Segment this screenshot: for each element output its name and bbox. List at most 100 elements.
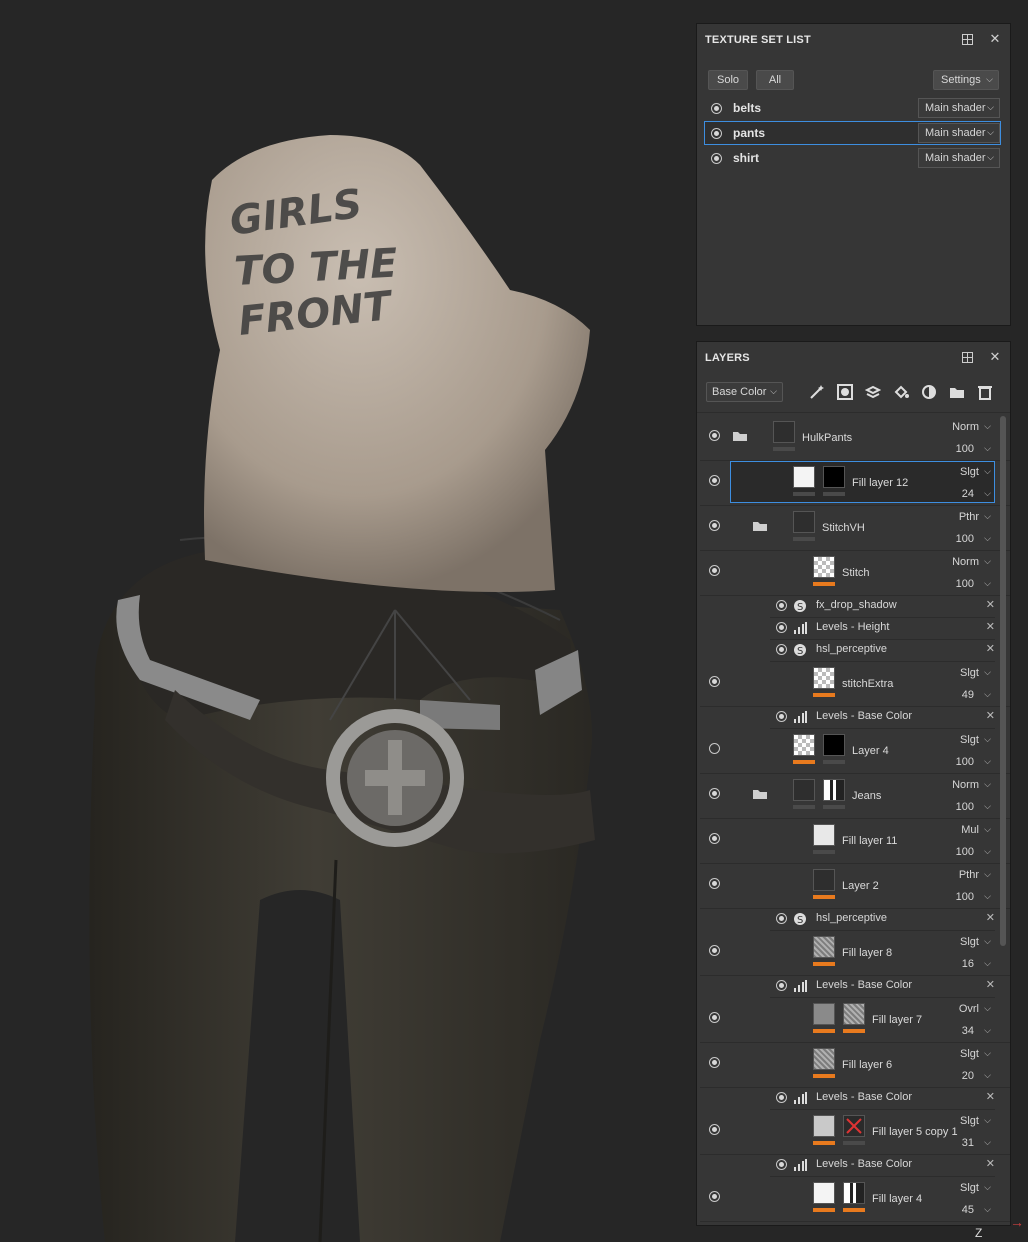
blend-mode-dropdown[interactable]: Slgt <box>960 734 979 746</box>
layer-row[interactable]: Layer 4 Slgt ⌵ 100 ⌵ <box>700 729 1010 774</box>
layer-thumbnail[interactable] <box>813 1003 835 1025</box>
layer-row[interactable]: Fill layer 12 Slgt ⌵ 24 ⌵ <box>700 461 1010 506</box>
opacity-value[interactable]: 100 <box>956 443 974 455</box>
layer-row[interactable]: Jeans Norm ⌵ 100 ⌵ <box>700 774 1010 819</box>
effect-row[interactable]: Sfx_drop_shadow ✕ <box>700 596 995 618</box>
add-fill-layer-icon[interactable] <box>893 384 909 403</box>
radio-icon[interactable] <box>711 102 722 114</box>
visibility-toggle-icon[interactable] <box>776 644 787 655</box>
blend-mode-dropdown[interactable]: Mul <box>961 824 979 836</box>
mask-thumbnail[interactable] <box>823 779 845 801</box>
close-icon[interactable]: ✕ <box>986 1090 995 1103</box>
shader-dropdown[interactable]: Main shader ⌵ <box>918 98 1000 118</box>
add-mask-icon[interactable] <box>837 384 853 403</box>
folder-icon[interactable] <box>752 520 768 535</box>
layer-row[interactable]: Fill layer 7 Ovrl ⌵ 34 ⌵ <box>700 998 1010 1043</box>
texture-set-row[interactable]: shirt Main shader ⌵ <box>705 147 1000 169</box>
opacity-value[interactable]: 100 <box>956 756 974 768</box>
dock-icon[interactable] <box>960 32 974 46</box>
visibility-toggle-icon[interactable] <box>776 1092 787 1103</box>
layer-thumbnail[interactable] <box>793 466 815 488</box>
visibility-toggle-icon[interactable] <box>776 980 787 991</box>
effect-row[interactable]: Levels - Base Color ✕ <box>700 1155 995 1177</box>
layer-thumbnail[interactable] <box>813 936 835 958</box>
mask-thumbnail[interactable] <box>823 734 845 756</box>
layer-row[interactable]: Fill layer 11 Mul ⌵ 100 ⌵ <box>700 819 1010 864</box>
opacity-value[interactable]: 100 <box>956 891 974 903</box>
blend-mode-dropdown[interactable]: Norm <box>952 421 979 433</box>
dock-icon[interactable] <box>960 350 974 364</box>
visibility-toggle-icon[interactable] <box>776 622 787 633</box>
visibility-toggle-icon[interactable] <box>776 1159 787 1170</box>
layer-row[interactable]: HulkPants Norm ⌵ 100 ⌵ <box>700 416 1010 461</box>
blend-mode-dropdown[interactable]: Norm <box>952 779 979 791</box>
layer-row[interactable]: StitchVH Pthr ⌵ 100 ⌵ <box>700 506 1010 551</box>
blend-mode-dropdown[interactable]: Ovrl <box>959 1003 979 1015</box>
close-icon[interactable]: ✕ <box>986 1157 995 1170</box>
layer-thumbnail[interactable] <box>793 779 815 801</box>
layer-row[interactable]: Stitch Norm ⌵ 100 ⌵ <box>700 551 1010 596</box>
effect-row[interactable]: Levels - Height ✕ <box>700 618 995 640</box>
effect-row[interactable]: Levels - Base Color ✕ <box>700 976 995 998</box>
visibility-toggle-icon[interactable] <box>776 600 787 611</box>
character-model[interactable]: GIRLS TO THE FRONT <box>0 0 700 1242</box>
opacity-value[interactable]: 100 <box>956 578 974 590</box>
layer-thumbnail[interactable] <box>813 824 835 846</box>
close-icon[interactable]: ✕ <box>986 911 995 924</box>
visibility-toggle-icon[interactable] <box>709 1057 720 1068</box>
channel-dropdown[interactable]: Base Color ⌵ <box>706 382 783 402</box>
magic-wand-icon[interactable] <box>809 384 825 403</box>
settings-dropdown[interactable]: Settings ⌵ <box>933 70 999 90</box>
visibility-toggle-icon[interactable] <box>776 913 787 924</box>
blend-mode-dropdown[interactable]: Slgt <box>960 667 979 679</box>
all-button[interactable]: All <box>756 70 794 90</box>
layer-row[interactable]: Layer 2 Pthr ⌵ 100 ⌵ <box>700 864 1010 909</box>
opacity-value[interactable]: 45 <box>962 1204 974 1216</box>
close-icon[interactable]: ✕ <box>986 978 995 991</box>
radio-icon[interactable] <box>711 127 722 139</box>
visibility-toggle-icon[interactable] <box>709 565 720 576</box>
mask-thumbnail[interactable] <box>843 1003 865 1025</box>
shader-dropdown[interactable]: Main shader ⌵ <box>918 123 1000 143</box>
add-folder-icon[interactable] <box>949 384 965 403</box>
effect-row[interactable]: Levels - Base Color ✕ <box>700 707 995 729</box>
delete-icon[interactable] <box>977 384 993 403</box>
texture-set-row-selected[interactable]: pants Main shader ⌵ <box>704 121 1001 145</box>
blend-mode-dropdown[interactable]: Pthr <box>959 511 979 523</box>
visibility-toggle-icon[interactable] <box>709 1124 720 1135</box>
visibility-toggle-icon[interactable] <box>709 1012 720 1023</box>
visibility-toggle-icon[interactable] <box>709 878 720 889</box>
visibility-toggle-icon[interactable] <box>709 430 720 441</box>
blend-mode-dropdown[interactable]: Norm <box>952 556 979 568</box>
opacity-value[interactable]: 16 <box>962 958 974 970</box>
visibility-toggle-icon[interactable] <box>709 743 720 754</box>
solo-button[interactable]: Solo <box>708 70 748 90</box>
visibility-toggle-icon[interactable] <box>709 945 720 956</box>
opacity-value[interactable]: 100 <box>956 801 974 813</box>
blend-mode-dropdown[interactable]: Slgt <box>960 466 979 478</box>
close-icon[interactable]: ✕ <box>986 598 995 611</box>
opacity-value[interactable]: 100 <box>956 533 974 545</box>
layer-row[interactable]: Fill layer 4 Slgt ⌵ 45 ⌵ <box>700 1177 1010 1222</box>
layer-thumbnail[interactable] <box>793 511 815 533</box>
layer-thumbnail[interactable] <box>793 734 815 756</box>
visibility-toggle-icon[interactable] <box>776 711 787 722</box>
layers-scrollbar[interactable] <box>1000 416 1006 946</box>
folder-icon[interactable] <box>732 430 748 445</box>
opacity-value[interactable]: 24 <box>962 488 974 500</box>
layer-row[interactable]: Fill layer 6 Slgt ⌵ 20 ⌵ <box>700 1043 1010 1088</box>
visibility-toggle-icon[interactable] <box>709 676 720 687</box>
visibility-toggle-icon[interactable] <box>709 788 720 799</box>
layer-thumbnail[interactable] <box>773 421 795 443</box>
mask-thumbnail[interactable] <box>843 1182 865 1204</box>
visibility-toggle-icon[interactable] <box>709 475 720 486</box>
close-icon[interactable]: ✕ <box>986 709 995 722</box>
opacity-value[interactable]: 31 <box>962 1137 974 1149</box>
effect-row[interactable]: Shsl_perceptive ✕ <box>700 640 995 662</box>
layer-thumbnail[interactable] <box>813 1115 835 1137</box>
layer-row[interactable]: Fill layer 5 copy 1 Slgt ⌵ 31 ⌵ <box>700 1110 1010 1155</box>
layer-row[interactable]: stitchExtra Slgt ⌵ 49 ⌵ <box>700 662 1010 707</box>
opacity-value[interactable]: 49 <box>962 689 974 701</box>
close-icon[interactable]: ✕ <box>988 31 1002 46</box>
close-icon[interactable]: ✕ <box>988 349 1002 364</box>
